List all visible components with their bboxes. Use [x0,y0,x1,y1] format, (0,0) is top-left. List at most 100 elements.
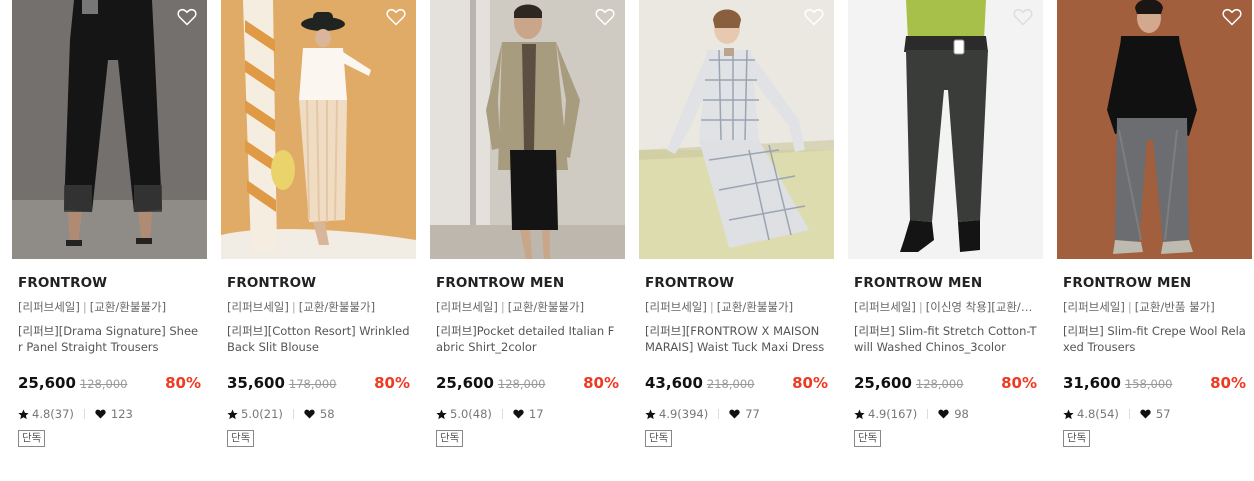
product-title[interactable]: [리퍼브][FRONTROW X MAISONMARAIS] Waist Tuc… [645,323,828,355]
product-image[interactable] [639,0,834,259]
like-count: 77 [745,407,760,421]
rating-text: 5.0(21) [241,407,283,421]
discount-rate: 80% [374,374,410,392]
product-title[interactable]: [리퍼브] Slim-fit Stretch Cotton-Twill Wash… [854,323,1037,355]
brand-name[interactable]: FRONTROW MEN [436,275,619,291]
tag-sale: [리퍼브세일] [645,300,707,314]
exclusive-badge: 단독 [227,430,255,447]
wishlist-heart-icon[interactable] [1222,8,1242,26]
rating-text: 4.9(394) [659,407,709,421]
product-grid: FRONTROW [리퍼브세일] | [교환/환불불가] [리퍼브][Drama S… [0,0,1254,481]
product-tags: [리퍼브세일] | [교환/환불불가] [227,299,410,315]
like-count: 57 [1155,407,1171,421]
original-price: 128,000 [915,377,964,391]
sale-price: 25,600 [18,374,76,392]
tag-policy: [교환/반품 불가] [1134,300,1215,314]
tag-sale: [리퍼브세일] [227,300,289,314]
heart-filled-icon [95,409,106,419]
rating-text: 4.9(167) [868,407,918,421]
exclusive-badge: 단독 [436,430,464,447]
discount-rate: 80% [1210,374,1246,392]
discount-rate: 80% [583,374,619,392]
product-tags: [리퍼브세일] | [교환/환불불가] [645,299,828,315]
heart-filled-icon [938,409,949,419]
product-image[interactable] [430,0,625,259]
wishlist-heart-icon[interactable] [595,8,615,26]
heart-filled-icon [304,409,315,419]
product-image[interactable] [848,0,1043,259]
tag-separator: | [500,300,505,314]
discount-rate: 80% [792,374,828,392]
star-icon [645,408,656,419]
meta-divider [292,409,294,419]
product-meta: 5.0(21) 58 [227,407,410,421]
product-photo [639,0,834,259]
star-icon [436,408,447,419]
exclusive-badge: 단독 [854,430,882,447]
product-tags: [리퍼브세일] | [이신영 착용][교환/반... [854,299,1037,315]
product-image[interactable] [221,0,416,259]
product-card[interactable]: FRONTROW [리퍼브세일] | [교환/환불불가] [리퍼브][FRONTRO… [639,0,834,481]
original-price: 178,000 [288,377,337,391]
like-count: 98 [954,407,969,421]
product-image[interactable] [12,0,207,259]
tag-separator: | [709,300,714,314]
product-card[interactable]: FRONTROW [리퍼브세일] | [교환/환불불가] [리퍼브][Drama S… [12,0,207,481]
tag-sale: [리퍼브세일] [1063,300,1125,314]
meta-divider [927,409,929,419]
discount-rate: 80% [1001,374,1037,392]
product-photo [430,0,625,259]
tag-policy: [교환/환불불가] [89,300,167,314]
exclusive-badge: 단독 [645,430,673,447]
price-row: 25,600 128,000 80% [436,374,619,392]
product-title[interactable]: [리퍼브]Pocket detailed Italian Fabric Shir… [436,323,619,355]
rating-text: 4.8(54) [1077,407,1119,421]
price-row: 31,600 158,000 80% [1063,374,1246,392]
product-meta: 4.8(54) 57 [1063,407,1246,421]
product-card[interactable]: FRONTROW MEN [리퍼브세일] | [이신영 착용][교환/반... [리… [848,0,1043,481]
brand-name[interactable]: FRONTROW [227,275,410,291]
brand-name[interactable]: FRONTROW [645,275,828,291]
price-row: 25,600 128,000 80% [854,374,1037,392]
product-card[interactable]: FRONTROW MEN [리퍼브세일] | [교환/반품 불가] [리퍼브] Sl… [1057,0,1252,481]
star-icon [854,408,865,419]
meta-divider [83,409,85,419]
tag-policy: [교환/환불불가] [507,300,585,314]
discount-rate: 80% [165,374,201,392]
rating-text: 4.8(37) [32,407,74,421]
product-image[interactable] [1057,0,1252,259]
product-title[interactable]: [리퍼브][Drama Signature] Sheer Panel Strai… [18,323,201,355]
wishlist-heart-icon[interactable] [386,8,406,26]
wishlist-heart-icon[interactable] [804,8,824,26]
original-price: 128,000 [79,377,128,391]
wishlist-heart-icon[interactable] [1013,8,1033,26]
star-icon [227,408,238,419]
product-tags: [리퍼브세일] | [교환/환불불가] [18,299,201,315]
product-title[interactable]: [리퍼브] Slim-fit Crepe Wool Relaxed Trouse… [1063,323,1246,355]
product-meta: 4.9(167) 98 [854,407,1037,421]
tag-sale: [리퍼브세일] [18,300,80,314]
product-card[interactable]: FRONTROW [리퍼브세일] | [교환/환불불가] [리퍼브][Cotton … [221,0,416,481]
exclusive-badge: 단독 [18,430,46,447]
brand-name[interactable]: FRONTROW MEN [1063,275,1246,291]
original-price: 128,000 [497,377,546,391]
heart-filled-icon [729,409,740,419]
like-count: 17 [528,407,544,421]
product-tags: [리퍼브세일] | [교환/환불불가] [436,299,619,315]
like-count: 58 [319,407,335,421]
wishlist-heart-icon[interactable] [177,8,197,26]
rating-text: 5.0(48) [450,407,492,421]
product-photo [848,0,1043,259]
product-meta: 5.0(48) 17 [436,407,619,421]
brand-name[interactable]: FRONTROW [18,275,201,291]
brand-name[interactable]: FRONTROW MEN [854,275,1037,291]
product-meta: 4.8(37) 123 [18,407,201,421]
product-card[interactable]: FRONTROW MEN [리퍼브세일] | [교환/환불불가] [리퍼브]Pock… [430,0,625,481]
product-title[interactable]: [리퍼브][Cotton Resort] Wrinkled Back Slit … [227,323,410,355]
price-row: 35,600 178,000 80% [227,374,410,392]
tag-separator: | [82,300,87,314]
tag-sale: [리퍼브세일] [436,300,498,314]
tag-separator: | [1127,300,1132,314]
meta-divider [1128,409,1130,419]
sale-price: 43,600 [645,374,703,392]
